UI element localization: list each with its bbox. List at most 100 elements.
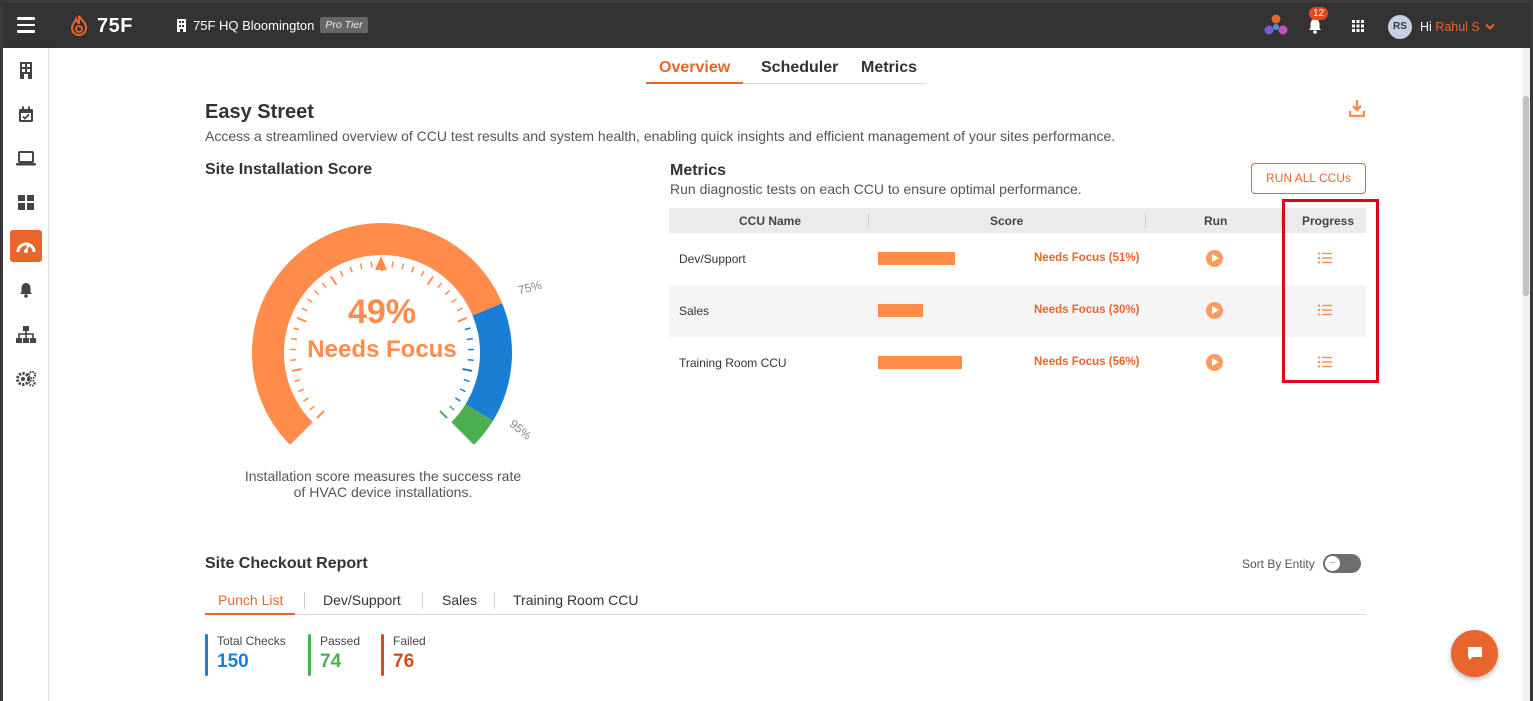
greeting-text: Hi <box>1420 20 1432 34</box>
sort-by-entity-toggle[interactable]: – <box>1323 554 1361 573</box>
flame-logo-icon <box>70 15 88 36</box>
scrollbar[interactable] <box>1522 48 1530 701</box>
grid-apps-icon[interactable] <box>1352 20 1364 32</box>
stat-accent-bar <box>205 634 208 676</box>
stat-label: Total Checks <box>217 634 286 648</box>
table-header: CCU Name Score Run Progress <box>669 208 1366 233</box>
gears-icon <box>16 370 37 387</box>
column-divider <box>1145 213 1146 228</box>
apps-hub-icon[interactable] <box>1263 14 1289 38</box>
tab-training-room-ccu[interactable]: Training Room CCU <box>513 592 639 608</box>
tab-divider <box>494 592 495 609</box>
sidebar-item-buildings[interactable] <box>10 54 42 86</box>
logo-text: 75F <box>97 14 133 37</box>
tab-divider <box>422 592 423 609</box>
tab-dev-support[interactable]: Dev/Support <box>323 592 401 608</box>
bell-icon[interactable] <box>1308 18 1322 34</box>
tier-badge: Pro Tier <box>320 17 368 33</box>
laptop-icon <box>16 150 36 165</box>
tab-sales[interactable]: Sales <box>442 592 477 608</box>
calendar-check-icon <box>19 106 33 122</box>
gauge-caption: Installation score measures the success … <box>233 468 533 500</box>
sidebar-item-schedule[interactable] <box>10 98 42 130</box>
scrollbar-thumb[interactable] <box>1523 96 1529 296</box>
tab-punch-list[interactable]: Punch List <box>218 592 283 608</box>
menu-icon[interactable] <box>17 17 35 33</box>
gauge-marker-95: 95% <box>507 417 535 443</box>
stat-passed: Passed 74 <box>308 634 360 676</box>
metrics-title: Metrics <box>670 162 727 179</box>
run-button[interactable] <box>1206 354 1223 371</box>
sidebar-item-site-score[interactable] <box>10 230 42 262</box>
tab-divider <box>304 592 305 609</box>
chat-button[interactable] <box>1451 630 1498 677</box>
tab-scheduler[interactable]: Scheduler <box>761 59 838 77</box>
gauge-tick <box>321 282 327 289</box>
chat-bubble-icon <box>1467 647 1482 660</box>
user-menu[interactable]: Hi Rahul S <box>1420 20 1495 34</box>
download-icon[interactable] <box>1349 100 1365 117</box>
page-description: Access a streamlined overview of CCU tes… <box>205 128 1116 144</box>
gauge-icon <box>16 242 36 253</box>
gauge-tick <box>349 266 353 273</box>
ccu-name: Dev/Support <box>679 252 746 266</box>
tab-overview[interactable]: Overview <box>659 59 730 77</box>
notification-badge: 12 <box>1309 7 1329 20</box>
run-button[interactable] <box>1206 250 1223 267</box>
score-bar <box>878 252 955 265</box>
avatar[interactable]: RS <box>1388 15 1412 39</box>
gauge-tick <box>444 289 451 296</box>
checkout-title: Site Checkout Report <box>205 555 368 572</box>
sidebar-item-hierarchy[interactable] <box>10 318 42 350</box>
stat-value: 74 <box>320 651 342 672</box>
sidebar-item-alerts[interactable] <box>10 274 42 306</box>
site-name: 75F HQ Bloomington <box>193 17 315 33</box>
stat-value: 76 <box>393 651 415 672</box>
score-status: Needs Focus (51%) <box>1034 252 1140 264</box>
logo[interactable]: 75F <box>67 13 133 39</box>
gauge-score: 49% <box>348 293 416 331</box>
chevron-down-icon <box>1485 23 1495 30</box>
sidebar-item-devices[interactable] <box>10 142 42 174</box>
gauge-tick <box>291 368 302 372</box>
gauge-tick <box>420 270 425 277</box>
gauge-tick <box>359 263 363 270</box>
gauge-tick <box>454 397 461 402</box>
installation-score-title: Site Installation Score <box>205 161 373 178</box>
column-divider <box>868 213 869 228</box>
gauge-tick <box>303 397 310 402</box>
stat-total-checks: Total Checks 150 <box>205 634 286 676</box>
gauge-tick <box>439 410 448 419</box>
installation-gauge: 75% 95% 49% Needs Focus <box>252 223 544 445</box>
ccu-name: Sales <box>679 304 710 318</box>
gauge-tick <box>291 337 298 341</box>
gauge-pointer <box>375 256 387 270</box>
column-ccu-name: CCU Name <box>739 214 802 228</box>
stat-label: Failed <box>393 634 426 648</box>
sidebar-item-dashboard[interactable] <box>10 186 42 218</box>
score-status: Needs Focus (30%) <box>1034 304 1140 316</box>
app-window: 75F 75F HQ Bloomington Pro Tier 12 RS Hi… <box>3 3 1530 701</box>
sort-by-entity-label: Sort By Entity <box>1242 557 1315 571</box>
gauge-caption-line1: Installation score measures the success … <box>244 468 522 484</box>
gauge-tick <box>449 405 455 411</box>
gauge-arc-good <box>465 303 512 421</box>
tab-metrics[interactable]: Metrics <box>861 59 917 77</box>
gauge-tick <box>456 307 463 312</box>
table-row: Training Room CCU Needs Focus (56%) <box>669 337 1366 389</box>
sidebar-item-settings[interactable] <box>10 362 42 394</box>
gauge-tick <box>294 378 301 383</box>
site-selector[interactable]: 75F HQ Bloomington Pro Tier <box>176 17 368 33</box>
table-row: Sales Needs Focus (30%) <box>669 285 1366 337</box>
score-status: Needs Focus (56%) <box>1034 356 1140 368</box>
run-all-ccus-button[interactable]: RUN ALL CCUs <box>1251 163 1366 194</box>
stat-accent-bar <box>381 634 384 676</box>
checkout-tabs: Punch List Dev/Support Sales Training Ro… <box>205 586 1366 615</box>
page-title: Easy Street <box>205 101 314 123</box>
run-button[interactable] <box>1206 302 1223 319</box>
gauge-tick <box>462 368 473 372</box>
gauge-tick <box>298 388 305 393</box>
score-bar <box>878 304 923 317</box>
gauge-tick <box>459 388 466 393</box>
ccu-name: Training Room CCU <box>679 356 787 370</box>
